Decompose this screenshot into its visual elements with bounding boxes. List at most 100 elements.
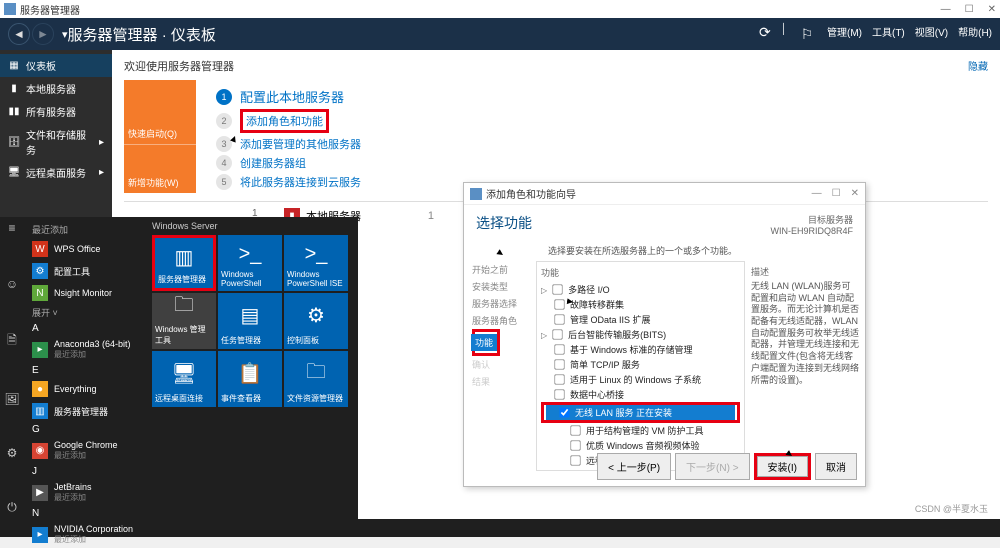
user-icon[interactable]: ☺ — [6, 277, 18, 291]
taskbar[interactable] — [0, 519, 1000, 537]
expand-label[interactable]: 展开 ˅ — [26, 304, 146, 321]
app-item[interactable]: ▶JetBrains最近添加 — [26, 479, 146, 506]
feature-item[interactable]: 后台智能传输服务(BITS) — [541, 327, 740, 342]
feature-item[interactable]: 故障转移群集 — [541, 297, 740, 312]
minimize-button[interactable]: — — [941, 4, 951, 15]
power-icon[interactable]: ⏻ — [7, 500, 17, 515]
dialog-icon — [470, 188, 482, 200]
feature-item[interactable]: 无线 LAN 服务 正在安装 — [546, 405, 735, 420]
feature-checkbox[interactable] — [552, 329, 562, 339]
dialog-maximize[interactable]: ☐ — [832, 188, 841, 199]
menu-manage[interactable]: 管理(M) — [827, 24, 862, 44]
tile[interactable]: ▤任务管理器 — [218, 293, 282, 349]
feature-checkbox[interactable] — [570, 455, 580, 465]
app-item[interactable]: ◉Google Chrome最近添加 — [26, 437, 146, 464]
feature-checkbox[interactable] — [554, 314, 564, 324]
tile[interactable]: 🗀文件资源管理器 — [284, 351, 348, 407]
tile[interactable]: 🗀Windows 管理工具 — [152, 293, 216, 349]
target-label: 目标服务器 — [770, 213, 853, 226]
sidebar-item-storage[interactable]: 🗄文件和存储服务▸ — [0, 123, 112, 161]
sidebar-item-dashboard[interactable]: ▦仪表板 — [0, 54, 112, 77]
pictures-icon[interactable]: 🖼 — [4, 392, 19, 406]
close-button[interactable]: ✕ — [988, 4, 996, 15]
alpha-header[interactable]: J — [26, 464, 146, 479]
feature-checkbox[interactable] — [570, 425, 580, 435]
step-server-group[interactable]: 4创建服务器组 — [216, 155, 361, 171]
sidebar-item-local[interactable]: ▮本地服务器 — [0, 77, 112, 100]
dlg-nav-item[interactable]: 开始之前 — [472, 261, 528, 278]
tile[interactable]: ⚙控制面板 — [284, 293, 348, 349]
start-app-list: 最近添加 WWPS Office⚙配置工具NNsight Monitor 展开 … — [24, 217, 148, 519]
feature-checkbox[interactable] — [554, 299, 564, 309]
dlg-nav-item[interactable]: 确认 — [472, 356, 528, 373]
hide-link[interactable]: 隐藏 — [968, 58, 988, 73]
dialog-close[interactable]: ✕ — [851, 188, 859, 199]
notifications-icon[interactable] — [797, 24, 817, 44]
alpha-header[interactable]: E — [26, 363, 146, 378]
dlg-nav-item[interactable]: 安装类型 — [472, 278, 528, 295]
step-cloud[interactable]: 5将此服务器连接到云服务 — [216, 174, 361, 190]
app-item[interactable]: WWPS Office — [26, 238, 146, 260]
sidebar-item-all[interactable]: ▮▮所有服务器 — [0, 100, 112, 123]
install-button[interactable]: 安装(I) — [757, 456, 808, 477]
step-configure[interactable]: 1配置此本地服务器 — [216, 87, 361, 106]
expand-icon[interactable] — [541, 285, 547, 295]
settings-icon[interactable]: ⚙ — [7, 446, 18, 460]
feature-item[interactable]: 适用于 Linux 的 Windows 子系统 — [541, 372, 740, 387]
dashboard-icon: ▦ — [8, 60, 20, 72]
app-item[interactable]: ⚙配置工具 — [26, 260, 146, 282]
refresh-icon[interactable] — [759, 24, 771, 44]
dialog-minimize[interactable]: — — [812, 188, 822, 199]
feature-checkbox[interactable] — [559, 407, 569, 417]
dlg-nav-item[interactable]: 服务器角色 — [472, 312, 528, 329]
next-button[interactable]: 下一步(N) > — [675, 453, 750, 480]
whats-new-label[interactable]: 新增功能(W) — [124, 145, 196, 193]
tile[interactable]: >_Windows PowerShell — [218, 235, 282, 291]
app-item[interactable]: ▸NVIDIA Corporation最近添加 — [26, 521, 146, 548]
step-other-servers[interactable]: 3添加要管理的其他服务器 — [216, 136, 361, 152]
feature-item[interactable]: 多路径 I/O — [541, 282, 740, 297]
app-item[interactable]: ●Everything — [26, 378, 146, 400]
tile-icon: 📋 — [221, 354, 279, 393]
forward-button[interactable]: ► — [32, 23, 54, 45]
documents-icon[interactable]: 🗎 — [7, 331, 17, 352]
menu-tools[interactable]: 工具(T) — [872, 24, 905, 44]
maximize-button[interactable]: ☐ — [965, 4, 974, 15]
quick-start-label[interactable]: 快速启动(Q) — [124, 80, 196, 144]
feature-item[interactable]: 管理 OData IIS 扩展 — [541, 312, 740, 327]
tile[interactable]: >_Windows PowerShell ISE — [284, 235, 348, 291]
feature-item[interactable]: 简单 TCP/IP 服务 — [541, 357, 740, 372]
expand-icon[interactable] — [541, 330, 547, 340]
tile[interactable]: 📋事件查看器 — [218, 351, 282, 407]
feature-item[interactable]: 数据中心桥接 — [541, 387, 740, 402]
alpha-header[interactable]: N — [26, 506, 146, 521]
tile[interactable]: ▥服务器管理器 — [152, 235, 216, 291]
feature-item[interactable]: 基于 Windows 标准的存储管理 — [541, 342, 740, 357]
feature-checkbox[interactable] — [554, 344, 564, 354]
app-item[interactable]: ▸Anaconda3 (64-bit)最近添加 — [26, 336, 146, 363]
feature-checkbox[interactable] — [554, 389, 564, 399]
alpha-header[interactable]: G — [26, 422, 146, 437]
menu-view[interactable]: 视图(V) — [915, 24, 948, 44]
dlg-nav-item[interactable]: 结果 — [472, 373, 528, 390]
feature-checkbox[interactable] — [570, 440, 580, 450]
start-menu-toggle-icon[interactable]: ≡ — [8, 221, 15, 235]
prev-button[interactable]: < 上一步(P) — [597, 453, 671, 480]
feature-checkbox[interactable] — [554, 359, 564, 369]
feature-item[interactable]: 优质 Windows 音频视频体验 — [541, 438, 740, 453]
step-add-roles[interactable]: 2添加角色和功能 — [216, 109, 361, 133]
feature-checkbox[interactable] — [554, 374, 564, 384]
app-item[interactable]: NNsight Monitor — [26, 282, 146, 304]
sidebar-item-rds[interactable]: 🖥远程桌面服务▸ — [0, 161, 112, 184]
alpha-header[interactable]: A — [26, 321, 146, 336]
tile[interactable]: 🖥远程桌面连接 — [152, 351, 216, 407]
app-item[interactable]: ▥服务器管理器 — [26, 400, 146, 422]
feature-checkbox[interactable] — [552, 284, 562, 294]
feature-item[interactable]: 用于结构管理的 VM 防护工具 — [541, 423, 740, 438]
menu-help[interactable]: 帮助(H) — [958, 24, 992, 44]
cancel-button[interactable]: 取消 — [815, 453, 857, 480]
back-button[interactable]: ◄ — [8, 23, 30, 45]
dlg-nav-item[interactable]: 功能 — [471, 334, 497, 351]
header-bar: ◄ ► ▾ 服务器管理器 · 仪表板 │ 管理(M) 工具(T) 视图(V) 帮… — [0, 18, 1000, 50]
dlg-nav-item[interactable]: 服务器选择 — [472, 295, 528, 312]
